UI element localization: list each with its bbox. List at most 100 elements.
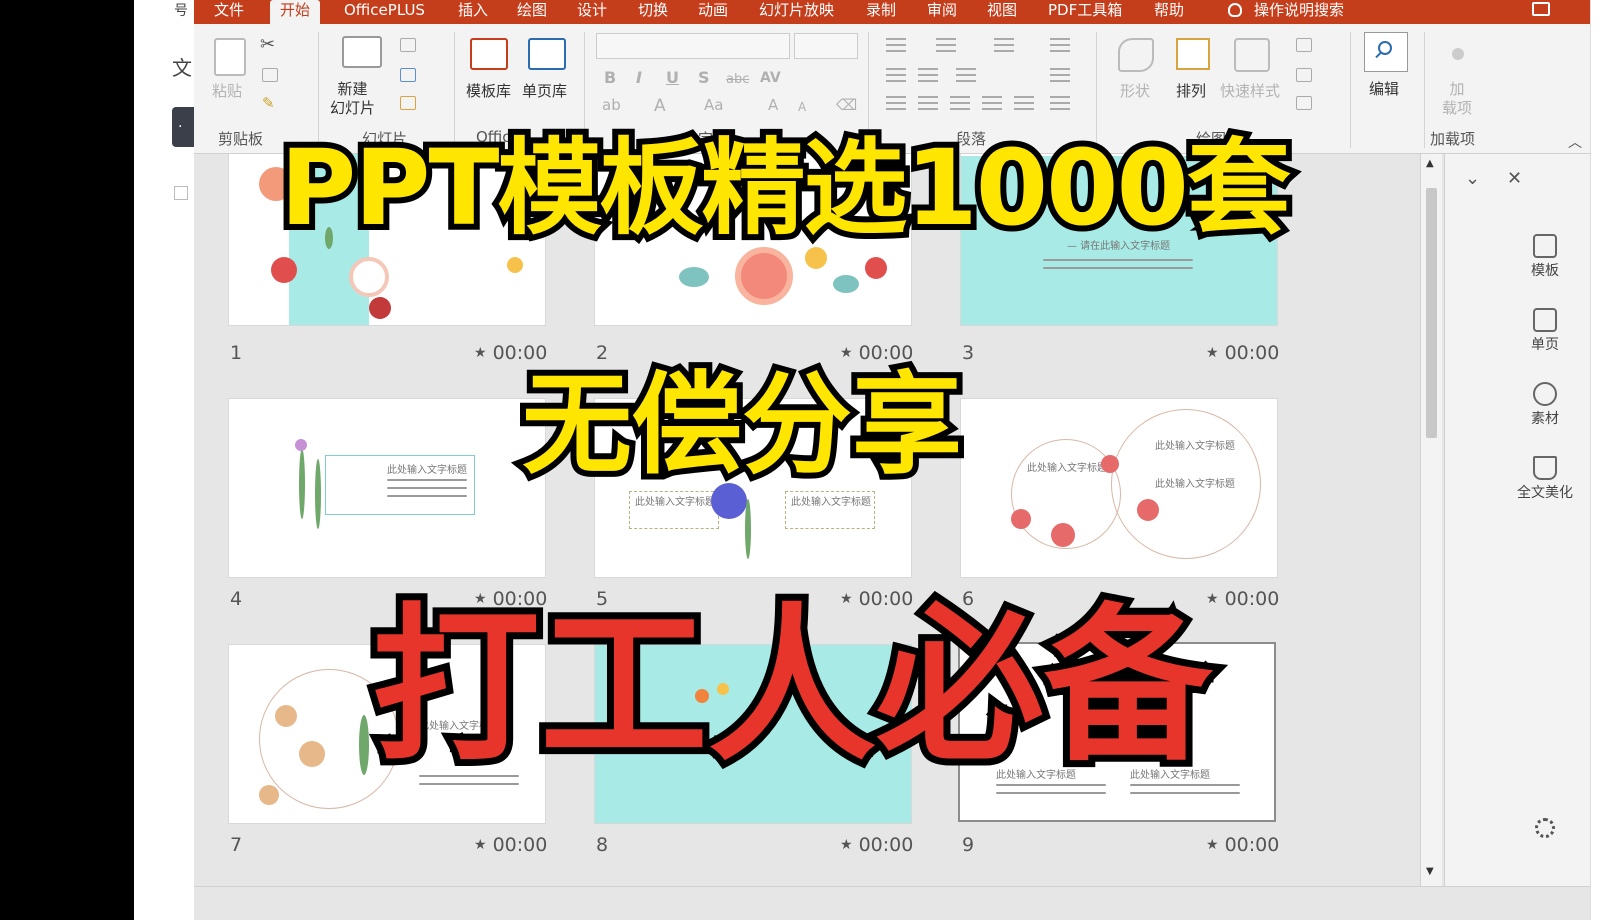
left-panel-checkbox[interactable] (174, 186, 188, 200)
single-page-library-button[interactable]: 单页库 (522, 80, 567, 101)
tell-me-search[interactable]: 操作说明搜索 (1226, 0, 1346, 24)
template-library-icon[interactable] (470, 38, 508, 70)
scrollbar-thumb[interactable] (1426, 188, 1437, 438)
single-page-library-icon[interactable] (528, 38, 566, 70)
align-text-icon[interactable] (1050, 68, 1070, 82)
tab-file[interactable]: 文件 (212, 0, 246, 24)
addins-icon[interactable] (1452, 48, 1464, 60)
quick-styles-button[interactable]: 快速样式 (1220, 80, 1280, 101)
flower-decoration (1137, 499, 1159, 521)
layout-icon[interactable] (400, 38, 416, 52)
paste-button[interactable]: 粘贴 (212, 80, 242, 101)
left-panel-button[interactable]: · (172, 107, 194, 147)
shapes-icon[interactable] (1118, 38, 1154, 72)
scroll-up-icon[interactable]: ▲ (1426, 158, 1434, 169)
text-line (996, 792, 1106, 794)
slide-text: 此处输入文字标题 (1027, 463, 1107, 474)
decrease-font-icon[interactable]: A (798, 100, 806, 114)
distributed-icon[interactable] (1014, 96, 1034, 110)
quick-styles-icon[interactable] (1234, 38, 1270, 72)
new-slide-button[interactable]: 新建 幻灯片 (330, 80, 375, 118)
slide-number: 3 (962, 342, 975, 364)
bold-icon[interactable]: B (604, 68, 616, 87)
flower-decoration (507, 257, 523, 273)
change-case-icon[interactable]: ab (602, 96, 621, 114)
slide-thumbnail-6[interactable]: 此处输入文字标题 此处输入文字标题 此处输入文字标题 (960, 398, 1278, 578)
italic-icon[interactable]: I (636, 68, 642, 87)
vertical-scrollbar[interactable]: ▲ ▼ (1420, 154, 1442, 886)
pane-item-single-page[interactable]: 单页 (1515, 308, 1575, 354)
find-button[interactable] (1364, 32, 1408, 72)
line-spacing-icon[interactable] (994, 38, 1014, 52)
text-line (1130, 792, 1240, 794)
chevron-down-icon[interactable]: ⌄ (1465, 168, 1480, 189)
justify-icon[interactable] (982, 96, 1002, 110)
section-icon[interactable] (400, 96, 416, 110)
align-right-icon[interactable] (950, 96, 970, 110)
tab-review[interactable]: 审阅 (925, 0, 959, 24)
tab-help[interactable]: 帮助 (1152, 0, 1186, 24)
align-center-icon[interactable] (918, 96, 938, 110)
slide-time-value: 00:00 (1224, 588, 1280, 610)
template-library-button[interactable]: 模板库 (466, 80, 511, 101)
increase-indent-icon[interactable] (918, 68, 938, 82)
shape-effects-icon[interactable] (1296, 96, 1312, 110)
new-slide-icon[interactable] (342, 36, 382, 68)
strikethrough-icon[interactable]: abc (726, 72, 749, 87)
reset-icon[interactable] (400, 68, 416, 82)
leaf-decoration (299, 449, 305, 519)
close-icon[interactable]: ✕ (1507, 168, 1522, 189)
scroll-down-icon[interactable]: ▼ (1426, 866, 1434, 877)
addins-button[interactable]: 加 载项 (1442, 80, 1472, 118)
increase-font-icon[interactable]: A (768, 96, 778, 114)
copy-icon[interactable] (262, 68, 278, 82)
char-spacing-icon[interactable]: AV (760, 70, 781, 86)
tab-officeplus[interactable]: OfficePLUS (342, 0, 427, 24)
tab-home[interactable]: 开始 (270, 0, 321, 24)
shape-fill-icon[interactable] (1296, 38, 1312, 52)
tab-transitions[interactable]: 切换 (636, 0, 670, 24)
template-icon (1533, 234, 1557, 258)
shapes-button[interactable]: 形状 (1120, 80, 1150, 101)
settings-gear-icon[interactable] (1535, 818, 1555, 838)
comments-icon[interactable] (1532, 2, 1550, 16)
format-painter-icon[interactable]: ✎ (262, 94, 275, 112)
pane-item-templates[interactable]: 模板 (1515, 234, 1575, 280)
align-left-icon[interactable] (886, 96, 906, 110)
smartart-icon[interactable] (1050, 96, 1070, 110)
paste-icon[interactable] (214, 38, 246, 76)
text-line (1130, 784, 1240, 786)
shadow-icon[interactable]: S (698, 68, 710, 87)
shape-outline-icon[interactable] (1296, 68, 1312, 82)
bullets-icon[interactable] (886, 38, 906, 52)
clear-format-icon[interactable]: ⌫ (836, 96, 857, 114)
cut-icon[interactable]: ✂ (260, 34, 275, 55)
tab-design[interactable]: 设计 (575, 0, 609, 24)
tab-slideshow[interactable]: 幻灯片放映 (757, 0, 836, 24)
decrease-indent-icon[interactable] (886, 68, 906, 82)
tab-view[interactable]: 视图 (985, 0, 1019, 24)
slide-timing: ★ 00:00 (474, 834, 547, 856)
numbering-icon[interactable] (936, 38, 956, 52)
arrange-icon[interactable] (1176, 38, 1210, 70)
font-color-icon[interactable]: A (654, 96, 666, 116)
pane-item-beautify[interactable]: 全文美化 (1515, 456, 1575, 502)
left-panel-top-char: 号 (174, 3, 188, 19)
text-direction-icon[interactable] (1050, 38, 1070, 52)
tab-animations[interactable]: 动画 (696, 0, 730, 24)
tab-insert[interactable]: 插入 (456, 0, 490, 24)
text-case-icon[interactable]: Aa (704, 96, 723, 114)
font-size-box[interactable] (794, 33, 858, 59)
font-name-box[interactable] (596, 33, 790, 59)
underline-icon[interactable]: U (666, 68, 679, 87)
tab-pdf-tools[interactable]: PDF工具箱 (1046, 0, 1124, 24)
pane-item-assets[interactable]: 素材 (1515, 382, 1575, 428)
collapse-ribbon-icon[interactable]: ︿ (1568, 132, 1582, 152)
tab-draw[interactable]: 绘图 (515, 0, 549, 24)
flower-decoration (735, 247, 793, 305)
columns-icon[interactable] (956, 68, 976, 82)
tab-record[interactable]: 录制 (864, 0, 898, 24)
slide-thumbnail-4[interactable]: 此处输入文字标题 (228, 398, 546, 578)
editing-button[interactable]: 编辑 (1369, 78, 1399, 99)
arrange-button[interactable]: 排列 (1176, 80, 1206, 101)
